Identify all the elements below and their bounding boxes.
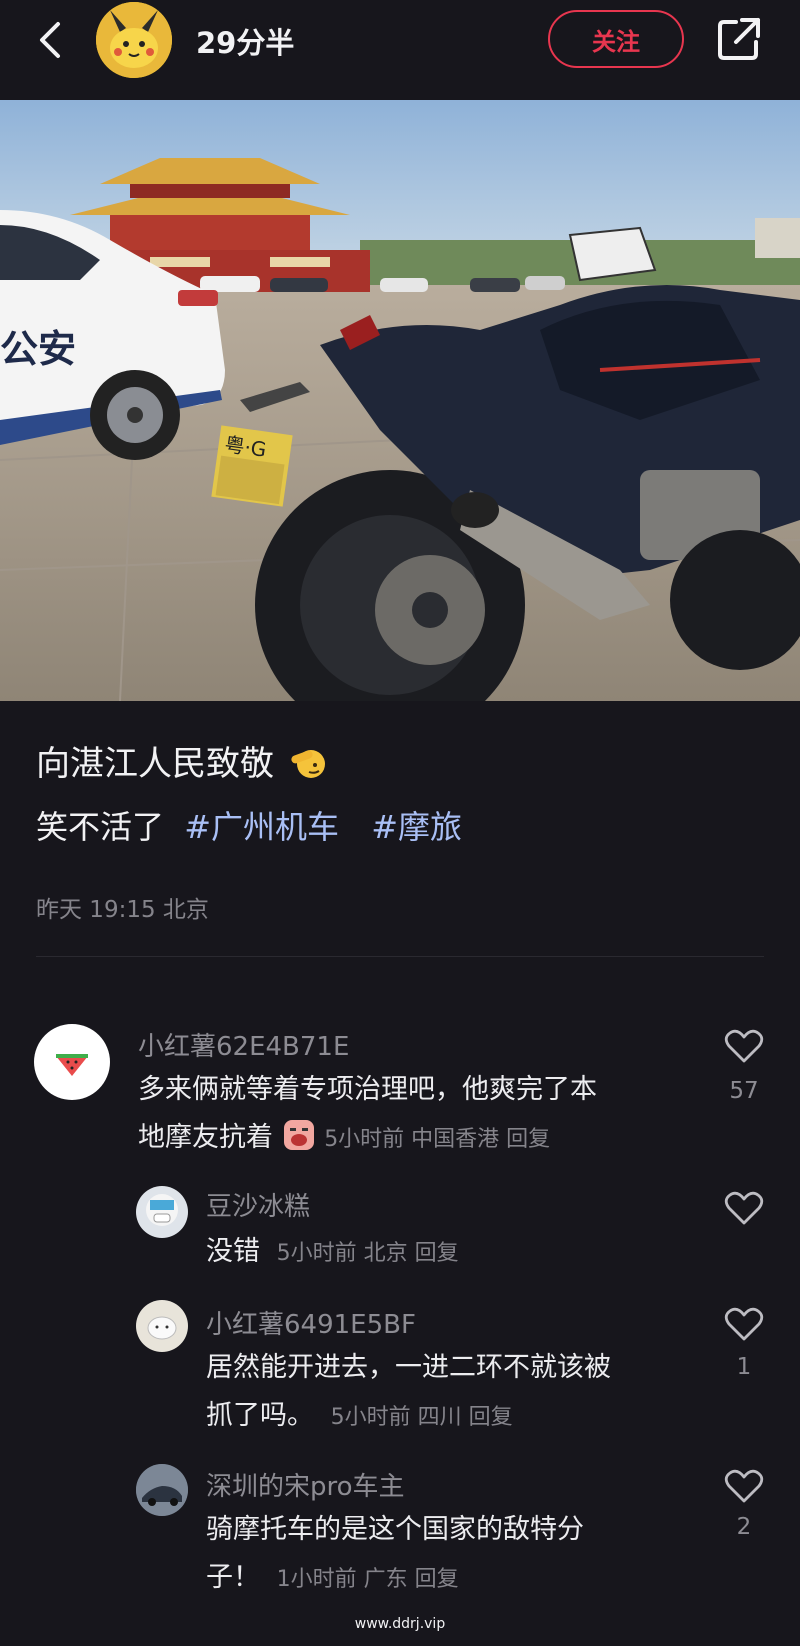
comment-author[interactable]: 深圳的宋pro车主 bbox=[206, 1466, 405, 1503]
comment-line: 抓了吗。 5小时前 四川 回复 bbox=[206, 1392, 686, 1442]
watermelon-icon bbox=[56, 1054, 88, 1076]
commenter-avatar[interactable] bbox=[34, 1024, 110, 1100]
like-count: 2 bbox=[736, 1514, 752, 1540]
watermark: www.ddrj.vip bbox=[354, 1616, 446, 1632]
hashtag-moto-travel[interactable]: #摩旅 bbox=[371, 808, 462, 846]
post-timestamp: 昨天 19:15 北京 bbox=[36, 897, 209, 923]
comment-meta[interactable]: 5小时前 北京 回复 bbox=[277, 1241, 459, 1266]
comment-text: 多来俩就等着专项治理吧，他爽完了本 地摩友抗着 5小时前 中国香港 回复 bbox=[138, 1066, 678, 1164]
comment-line: 地摩友抗着 5小时前 中国香港 回复 bbox=[138, 1114, 678, 1164]
comment-author[interactable]: 小红薯62E4B71E bbox=[138, 1026, 349, 1063]
hashtag-guangzhou-moto[interactable]: #广州机车 bbox=[184, 808, 339, 846]
author-avatar[interactable] bbox=[96, 2, 172, 78]
comment-meta[interactable]: 5小时前 四川 回复 bbox=[331, 1405, 513, 1430]
comment-line: 多来俩就等着专项治理吧，他爽完了本 bbox=[138, 1074, 597, 1105]
comment-author[interactable]: 豆沙冰糕 bbox=[206, 1186, 310, 1223]
comment-text: 居然能开进去，一进二环不就该被 抓了吗。 5小时前 四川 回复 bbox=[206, 1344, 686, 1442]
crying-emoji-icon bbox=[283, 1120, 314, 1150]
salute-emoji-icon bbox=[291, 750, 325, 778]
comment-line-text: 地摩友抗着 bbox=[138, 1122, 273, 1153]
comment-author[interactable]: 小红薯6491E5BF bbox=[206, 1304, 416, 1341]
like-heart-icon[interactable] bbox=[724, 1306, 764, 1342]
back-arrow-icon[interactable] bbox=[30, 18, 74, 62]
comment-text: 没错 5小时前 北京 回复 bbox=[206, 1228, 686, 1278]
divider bbox=[36, 956, 764, 957]
share-icon[interactable] bbox=[714, 14, 764, 64]
comment-meta[interactable]: 1小时前 广东 回复 bbox=[277, 1567, 459, 1592]
comment-line: 骑摩托车的是这个国家的敌特分 bbox=[206, 1514, 584, 1545]
comment-line-text: 子！ bbox=[206, 1562, 260, 1593]
commenter-avatar[interactable] bbox=[136, 1186, 188, 1238]
comment-line: 没错 5小时前 北京 回复 bbox=[206, 1228, 686, 1278]
like-count: 57 bbox=[729, 1078, 759, 1104]
commenter-avatar[interactable] bbox=[136, 1464, 188, 1516]
comment-text: 骑摩托车的是这个国家的敌特分 子！ 1小时前 广东 回复 bbox=[206, 1506, 686, 1604]
comment-meta[interactable]: 5小时前 中国香港 回复 bbox=[324, 1127, 550, 1152]
comment-line-text: 抓了吗。 bbox=[206, 1400, 314, 1431]
post-title: 向湛江人民致敬 bbox=[36, 736, 327, 785]
top-bar: 29分半 关注 bbox=[0, 0, 800, 100]
post-photo[interactable]: 公安 粤·G bbox=[0, 100, 800, 701]
post-title-text: 向湛江人民致敬 bbox=[36, 744, 274, 784]
author-name[interactable]: 29分半 bbox=[196, 20, 294, 62]
like-heart-icon[interactable] bbox=[724, 1468, 764, 1504]
follow-button[interactable]: 关注 bbox=[548, 10, 684, 68]
police-car-label: 公安 bbox=[0, 327, 76, 371]
comment-line: 居然能开进去，一进二环不就该被 bbox=[206, 1352, 611, 1383]
comment-line-text: 没错 bbox=[206, 1236, 260, 1267]
like-count: 1 bbox=[736, 1354, 752, 1380]
like-heart-icon[interactable] bbox=[724, 1028, 764, 1064]
post-body-text: 笑不活了 bbox=[36, 808, 165, 846]
like-heart-icon[interactable] bbox=[724, 1190, 764, 1226]
post-body: 笑不活了 #广州机车 #摩旅 bbox=[36, 802, 462, 848]
comment-line: 子！ 1小时前 广东 回复 bbox=[206, 1554, 686, 1604]
commenter-avatar[interactable] bbox=[136, 1300, 188, 1352]
